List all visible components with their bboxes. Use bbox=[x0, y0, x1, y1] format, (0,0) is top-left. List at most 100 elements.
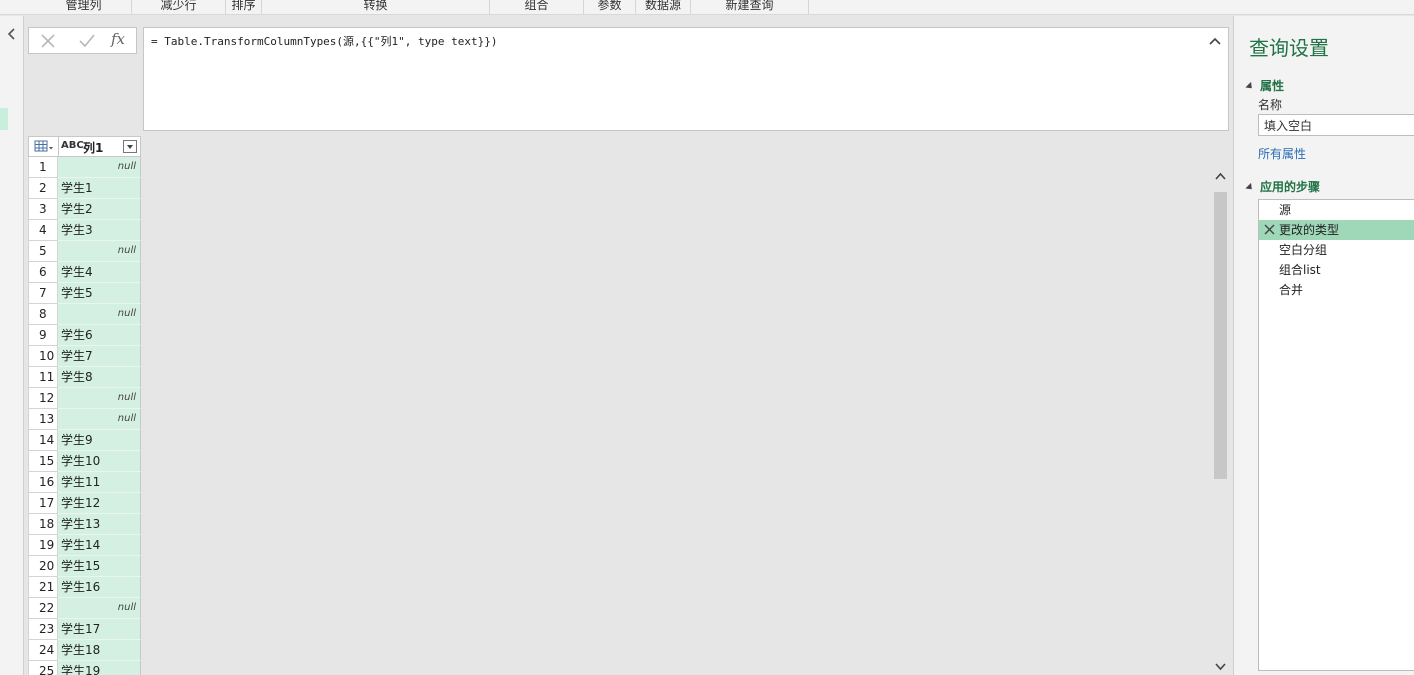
column-header-row: ABC 列1 bbox=[28, 136, 141, 157]
formula-text[interactable]: = Table.TransformColumnTypes(源,{{"列1", t… bbox=[151, 33, 498, 49]
table-cell[interactable]: null bbox=[58, 388, 141, 409]
row-number[interactable]: 19 bbox=[28, 535, 58, 556]
applied-step[interactable]: 空白分组 bbox=[1259, 240, 1414, 260]
table-cell[interactable]: 学生18 bbox=[58, 640, 141, 661]
all-properties-link[interactable]: 所有属性 bbox=[1258, 145, 1306, 162]
applied-steps-header-label: 应用的步骤 bbox=[1260, 180, 1321, 194]
table-cell[interactable]: 学生1 bbox=[58, 178, 141, 199]
row-number[interactable]: 20 bbox=[28, 556, 58, 577]
row-number[interactable]: 6 bbox=[28, 262, 58, 283]
applied-steps-section-header[interactable]: 应用的步骤 bbox=[1245, 178, 1321, 195]
close-icon[interactable] bbox=[38, 32, 58, 50]
table-row: 14 学生9 bbox=[28, 430, 141, 451]
table-cell[interactable]: 学生19 bbox=[58, 661, 141, 675]
scrollbar-thumb[interactable] bbox=[1214, 192, 1227, 479]
applied-step[interactable]: 组合list bbox=[1259, 260, 1414, 280]
row-number[interactable]: 12 bbox=[28, 388, 58, 409]
ribbon-group-parameters: 参数 bbox=[584, 0, 636, 14]
vertical-scrollbar[interactable] bbox=[1212, 158, 1229, 675]
table-cell[interactable]: 学生13 bbox=[58, 514, 141, 535]
table-cell[interactable]: 学生12 bbox=[58, 493, 141, 514]
table-row: 19 学生14 bbox=[28, 535, 141, 556]
row-number[interactable]: 3 bbox=[28, 199, 58, 220]
table-cell[interactable]: 学生16 bbox=[58, 577, 141, 598]
table-row: 16 学生11 bbox=[28, 472, 141, 493]
applied-step[interactable]: 源 bbox=[1259, 200, 1414, 220]
row-number[interactable]: 22 bbox=[28, 598, 58, 619]
table-row: 9 学生6 bbox=[28, 325, 141, 346]
chevron-up-icon[interactable] bbox=[1214, 170, 1227, 182]
table-row: 23 学生17 bbox=[28, 619, 141, 640]
table-cell[interactable]: 学生5 bbox=[58, 283, 141, 304]
properties-section-header[interactable]: 属性 bbox=[1245, 77, 1285, 94]
applied-step-label: 空白分组 bbox=[1279, 243, 1328, 257]
table-cell[interactable]: 学生4 bbox=[58, 262, 141, 283]
table-cell[interactable]: 学生11 bbox=[58, 472, 141, 493]
ribbon-group-data-source: 数据源 bbox=[636, 0, 691, 14]
name-label: 名称 bbox=[1258, 98, 1283, 112]
row-number[interactable]: 7 bbox=[28, 283, 58, 304]
row-number[interactable]: 8 bbox=[28, 304, 58, 325]
table-cell[interactable]: 学生17 bbox=[58, 619, 141, 640]
row-number[interactable]: 21 bbox=[28, 577, 58, 598]
properties-header-label: 属性 bbox=[1260, 79, 1285, 93]
table-cell[interactable]: 学生15 bbox=[58, 556, 141, 577]
row-number[interactable]: 4 bbox=[28, 220, 58, 241]
table-row: 24 学生18 bbox=[28, 640, 141, 661]
table-row: 21 学生16 bbox=[28, 577, 141, 598]
table-cell[interactable]: null bbox=[58, 409, 141, 430]
applied-step[interactable]: 更改的类型 bbox=[1259, 220, 1414, 240]
table-cell[interactable]: null bbox=[58, 241, 141, 262]
row-number[interactable]: 11 bbox=[28, 367, 58, 388]
row-number[interactable]: 18 bbox=[28, 514, 58, 535]
table-cell[interactable]: 学生3 bbox=[58, 220, 141, 241]
ribbon-group-transform: 转换 bbox=[262, 0, 490, 14]
column-header-name[interactable]: 列1 bbox=[83, 139, 103, 156]
table-cell[interactable]: 学生10 bbox=[58, 451, 141, 472]
row-number[interactable]: 15 bbox=[28, 451, 58, 472]
formula-bar[interactable]: = Table.TransformColumnTypes(源,{{"列1", t… bbox=[143, 27, 1229, 131]
table-cell[interactable]: 学生6 bbox=[58, 325, 141, 346]
type-text-icon[interactable]: ABC bbox=[61, 140, 84, 151]
row-number[interactable]: 25 bbox=[28, 661, 58, 675]
row-number[interactable]: 5 bbox=[28, 241, 58, 262]
table-row: 18 学生13 bbox=[28, 514, 141, 535]
row-number[interactable]: 13 bbox=[28, 409, 58, 430]
collapse-triangle-icon[interactable] bbox=[1245, 182, 1255, 193]
chevron-down-icon[interactable] bbox=[1214, 661, 1227, 673]
table-cell[interactable]: null bbox=[58, 598, 141, 619]
row-number[interactable]: 17 bbox=[28, 493, 58, 514]
table-row: 4 学生3 bbox=[28, 220, 141, 241]
row-number[interactable]: 2 bbox=[28, 178, 58, 199]
table-cell[interactable]: null bbox=[58, 157, 141, 178]
chevron-left-icon[interactable] bbox=[5, 26, 19, 42]
ribbon-group-combine: 组合 bbox=[490, 0, 584, 14]
dropdown-icon bbox=[127, 145, 133, 149]
applied-steps-list: 源更改的类型空白分组组合list 合并 bbox=[1258, 199, 1414, 671]
table-cell[interactable]: 学生14 bbox=[58, 535, 141, 556]
query-name-input[interactable] bbox=[1258, 114, 1414, 136]
row-number[interactable]: 10 bbox=[28, 346, 58, 367]
row-number[interactable]: 1 bbox=[28, 157, 58, 178]
chevron-up-icon[interactable] bbox=[1208, 36, 1222, 46]
table-row: 13 null bbox=[28, 409, 141, 430]
row-number[interactable]: 24 bbox=[28, 640, 58, 661]
applied-step[interactable]: 合并 bbox=[1259, 280, 1414, 300]
table-cell[interactable]: 学生7 bbox=[58, 346, 141, 367]
collapse-triangle-icon[interactable] bbox=[1245, 81, 1255, 92]
ribbon-group-manage-columns: 管理列 bbox=[36, 0, 132, 14]
table-cell[interactable]: null bbox=[58, 304, 141, 325]
fx-icon[interactable]: fx bbox=[111, 30, 125, 48]
row-number[interactable]: 14 bbox=[28, 430, 58, 451]
check-icon[interactable] bbox=[77, 32, 97, 50]
row-number[interactable]: 23 bbox=[28, 619, 58, 640]
row-number[interactable]: 16 bbox=[28, 472, 58, 493]
table-cell[interactable]: 学生9 bbox=[58, 430, 141, 451]
table-cell[interactable]: 学生2 bbox=[58, 199, 141, 220]
close-icon[interactable] bbox=[1264, 224, 1275, 235]
table-menu-button[interactable] bbox=[29, 137, 59, 156]
table-cell[interactable]: 学生8 bbox=[58, 367, 141, 388]
row-number[interactable]: 9 bbox=[28, 325, 58, 346]
formula-bar-controls: fx bbox=[28, 27, 137, 54]
column-filter-button[interactable] bbox=[123, 140, 137, 153]
